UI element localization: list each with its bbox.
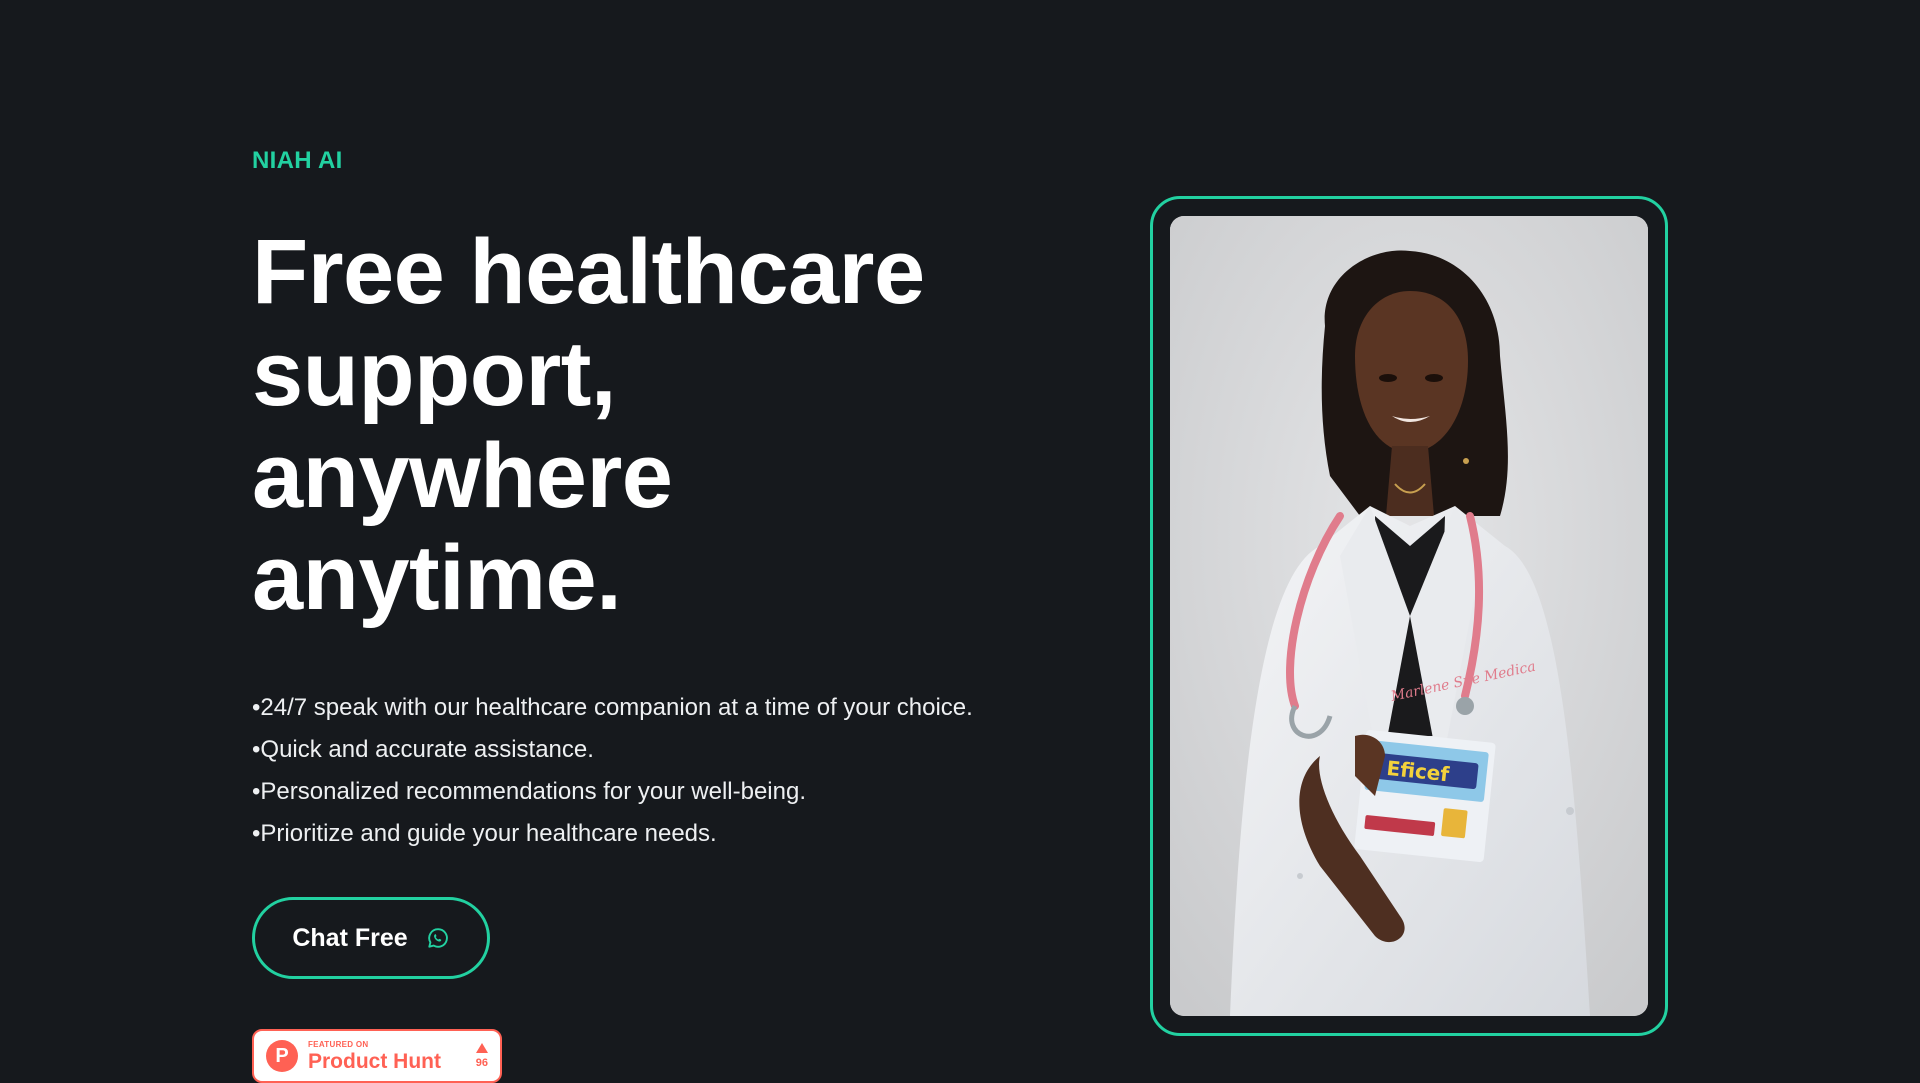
headline-line: Free healthcare: [252, 221, 925, 323]
headline-line: anytime.: [252, 527, 622, 629]
upvote-arrow-icon: [475, 1043, 488, 1053]
product-hunt-badge[interactable]: P FEATURED ON Product Hunt 96: [252, 1029, 502, 1083]
chat-free-button[interactable]: Chat Free: [252, 897, 490, 979]
feature-item: •Personalized recommendations for your w…: [252, 778, 807, 805]
feature-list: •24/7 speak with our healthcare companio…: [252, 687, 1072, 855]
feature-item: •Prioritize and guide your healthcare ne…: [252, 820, 717, 847]
headline-line: support,: [252, 323, 616, 425]
headline-line: anywhere: [252, 425, 673, 527]
upvote-count: 96: [475, 1057, 488, 1069]
hero-text: NIAH AI Free healthcare support, anywher…: [252, 145, 1072, 855]
whatsapp-icon: [426, 926, 450, 950]
product-hunt-name: Product Hunt: [308, 1049, 441, 1073]
doctor-photo: Marlene Sue Medica Eficef: [1170, 216, 1648, 1016]
product-hunt-text: FEATURED ON Product Hunt: [308, 1039, 441, 1073]
brand-eyebrow: NIAH AI: [252, 147, 343, 174]
upvote-counter: 96: [476, 1043, 488, 1069]
featured-on-label: FEATURED ON: [308, 1039, 369, 1049]
chat-free-label: Chat Free: [292, 923, 408, 952]
feature-item: •24/7 speak with our healthcare companio…: [252, 694, 973, 721]
product-hunt-logo: P: [266, 1040, 298, 1072]
feature-item: •Quick and accurate assistance.: [252, 736, 594, 763]
hero-headline: Free healthcare support, anywhere anytim…: [252, 221, 1072, 629]
